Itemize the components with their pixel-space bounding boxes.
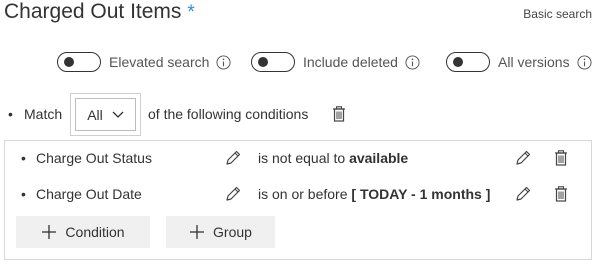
include-deleted-toggle[interactable] <box>251 52 295 72</box>
add-condition-button[interactable]: Condition <box>16 216 150 248</box>
condition-field: Charge Out Status <box>36 150 152 166</box>
pencil-icon[interactable] <box>514 149 532 167</box>
page-title: Charged Out Items * <box>4 0 195 24</box>
condition-bullet: • <box>21 186 26 202</box>
all-versions-toggle-group: All versions <box>446 50 592 74</box>
condition-expression: is on or before [ TODAY - 1 months ] <box>258 183 490 205</box>
condition-operator: is not equal to <box>258 150 346 166</box>
pencil-icon[interactable] <box>224 149 242 167</box>
trash-icon[interactable] <box>552 149 570 167</box>
trash-icon[interactable] <box>330 105 348 123</box>
add-condition-label: Condition <box>65 224 125 240</box>
elevated-search-label: Elevated search <box>109 54 210 70</box>
basic-search-link[interactable]: Basic search <box>523 7 592 21</box>
elevated-search-toggle-group: Elevated search <box>57 50 231 74</box>
required-marker: * <box>187 2 195 23</box>
match-bullet: • <box>8 106 13 122</box>
match-suffix: of the following conditions <box>148 106 309 122</box>
info-icon[interactable] <box>216 54 231 70</box>
toggle-knob <box>258 57 268 67</box>
all-versions-toggle[interactable] <box>446 52 490 72</box>
condition-operator: is on or before <box>258 186 348 202</box>
include-deleted-toggle-group: Include deleted <box>251 50 420 74</box>
plus-icon <box>42 225 57 239</box>
elevated-search-toggle[interactable] <box>57 52 101 72</box>
info-icon[interactable] <box>405 54 420 70</box>
plus-icon <box>190 225 205 239</box>
condition-field: Charge Out Date <box>36 186 142 202</box>
chevron-down-icon <box>112 111 124 118</box>
include-deleted-label: Include deleted <box>303 54 398 70</box>
info-icon[interactable] <box>577 54 592 70</box>
add-group-button[interactable]: Group <box>166 216 275 248</box>
trash-icon[interactable] <box>552 185 570 203</box>
toggle-knob <box>453 57 463 67</box>
toggle-knob <box>64 57 74 67</box>
condition-value: available <box>349 150 409 166</box>
all-versions-label: All versions <box>498 54 570 70</box>
condition-value: [ TODAY - 1 months ] <box>351 186 491 202</box>
condition-bullet: • <box>21 150 26 166</box>
pencil-icon[interactable] <box>224 185 242 203</box>
add-group-label: Group <box>213 224 252 240</box>
page-title-text: Charged Out Items <box>4 0 182 23</box>
match-select-container: All <box>70 93 141 136</box>
match-select[interactable]: All <box>75 98 136 131</box>
pencil-icon[interactable] <box>514 185 532 203</box>
match-select-value: All <box>87 106 103 123</box>
match-prefix: Match <box>24 106 63 122</box>
condition-expression: is not equal to available <box>258 147 408 169</box>
